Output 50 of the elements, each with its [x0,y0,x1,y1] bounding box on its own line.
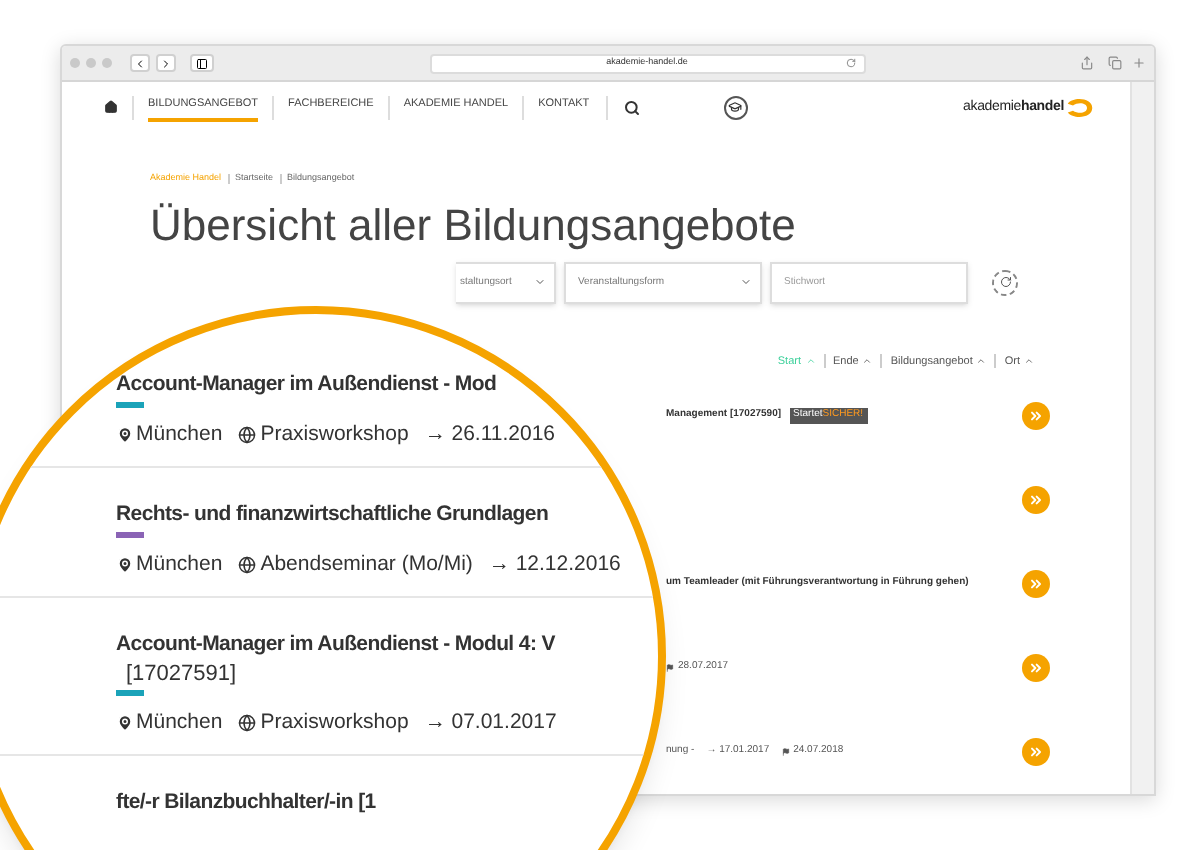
course-location: München [136,708,223,738]
forward-icon [160,57,172,69]
course-title: Rechts- und finanzwirtschaftliche Grundlagen [116,500,549,530]
details-button[interactable] [1022,486,1050,514]
course-format: Abendseminar (Mo/Mi) [260,550,473,580]
double-chevron-icon [1028,660,1044,676]
location-pin-icon [116,426,134,444]
share-icon[interactable] [1080,56,1094,70]
details-button[interactable] [1022,654,1050,682]
flag-icon [781,748,790,756]
double-chevron-icon [1028,576,1044,592]
home-icon[interactable] [104,100,118,114]
course-location: München [136,550,223,580]
course-number: [17027591] [124,660,237,688]
globe-icon [238,714,257,732]
details-button[interactable] [1022,738,1050,766]
search-icon[interactable] [623,99,640,115]
graduation-cap-icon[interactable] [723,95,748,119]
flag-icon [666,664,674,672]
chevron-down-icon [534,276,546,289]
page-title: Übersicht aller Bildungsangebote [148,201,798,250]
details-button[interactable] [1022,570,1050,598]
location-pin-icon [116,556,134,574]
scrollbar-track[interactable] [1130,82,1154,794]
sidebar-button[interactable] [190,54,214,72]
course-title: Account-Manager im Außendienst - Modul 4: V [116,630,555,660]
globe-icon [238,556,257,574]
double-chevron-icon [1028,492,1044,508]
reload-icon[interactable] [845,58,855,68]
back-button[interactable] [130,54,150,72]
course-format: Praxisworkshop [260,420,409,450]
tabs-icon[interactable] [1108,56,1122,70]
chevron-down-icon [740,276,752,289]
start-date: → 07.01.2017 [424,708,557,738]
sidebar-icon [196,57,208,69]
double-chevron-icon [1028,744,1044,760]
reset-icon[interactable] [992,269,1018,296]
forward-button[interactable] [156,54,176,72]
back-icon [134,57,146,69]
course-format: Praxisworkshop [260,708,409,738]
globe-icon [238,426,257,444]
course-title: fte/-r Bilanzbuchhalter/-in [1 [116,788,376,818]
course-location: München [136,420,223,450]
double-chevron-icon [1028,408,1044,424]
start-date: → 26.11.2016 [424,420,556,450]
start-date: → 12.12.2016 [488,550,621,580]
new-tab-icon[interactable] [1132,56,1146,70]
course-title: Account-Manager im Außendienst - Mod [116,370,497,400]
details-button[interactable] [1022,402,1050,430]
location-pin-icon [116,714,134,732]
